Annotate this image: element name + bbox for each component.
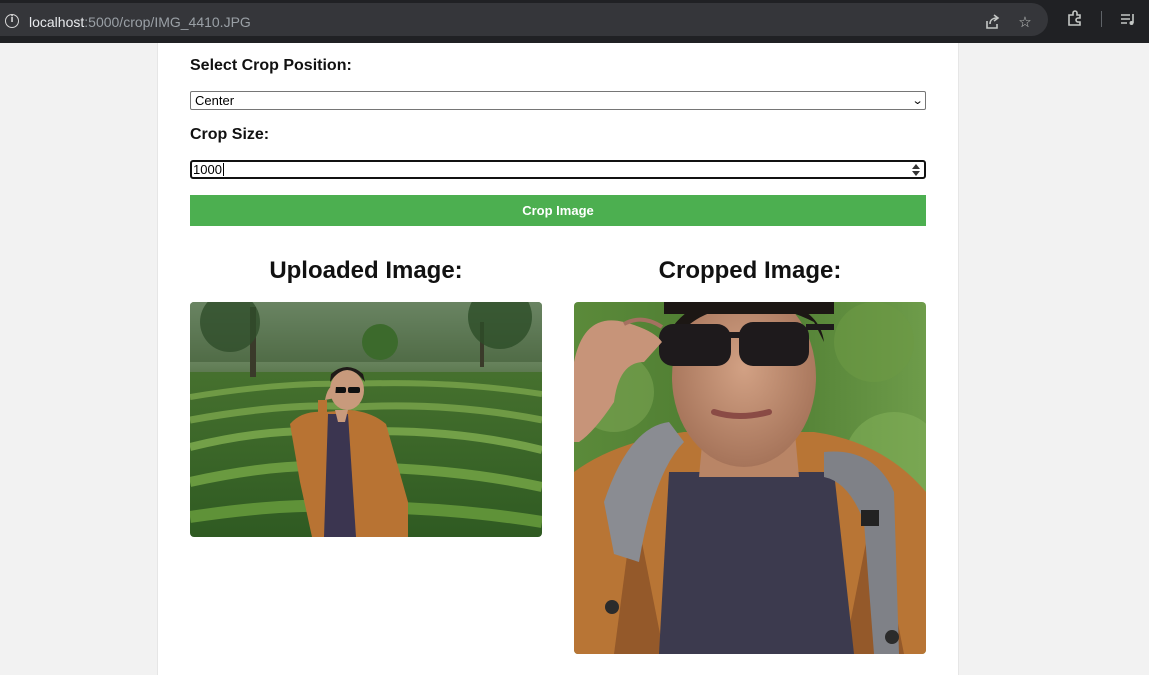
toolbar-separator — [1101, 11, 1102, 27]
uploaded-image — [190, 302, 542, 537]
crop-position-value: Center — [195, 93, 235, 108]
cropped-image — [574, 302, 926, 654]
number-spinner[interactable] — [911, 162, 921, 177]
crop-image-button[interactable]: Crop Image — [190, 195, 926, 226]
spinner-up-icon[interactable] — [912, 164, 920, 169]
crop-position-label: Select Crop Position: — [190, 57, 352, 74]
spinner-down-icon[interactable] — [912, 171, 920, 176]
reading-list-icon[interactable] — [1119, 10, 1137, 28]
share-icon[interactable] — [983, 13, 1001, 31]
info-icon[interactable]: i — [5, 14, 19, 28]
crop-size-label: Crop Size: — [190, 126, 270, 143]
text-cursor — [222, 163, 224, 176]
browser-toolbar: i localhost:5000/crop/IMG_4410.JPG ☆ — [0, 0, 1149, 43]
uploaded-image-heading: Uploaded Image: — [269, 257, 463, 284]
extensions-icon[interactable] — [1066, 10, 1084, 28]
url-host: localhost — [29, 14, 85, 30]
star-icon[interactable]: ☆ — [1016, 13, 1034, 31]
address-bar[interactable]: i localhost:5000/crop/IMG_4410.JPG ☆ — [0, 3, 1048, 36]
url-path: :5000/crop/IMG_4410.JPG — [84, 14, 251, 30]
crop-size-input[interactable]: 1000 — [190, 160, 926, 179]
url-text[interactable]: localhost:5000/crop/IMG_4410.JPG — [29, 14, 251, 30]
cropped-image-heading: Cropped Image: — [658, 257, 842, 284]
chevron-down-icon: ⌄ — [911, 94, 924, 107]
crop-size-value: 1000 — [193, 162, 222, 177]
crop-position-select[interactable]: Center ⌄ — [190, 91, 926, 110]
